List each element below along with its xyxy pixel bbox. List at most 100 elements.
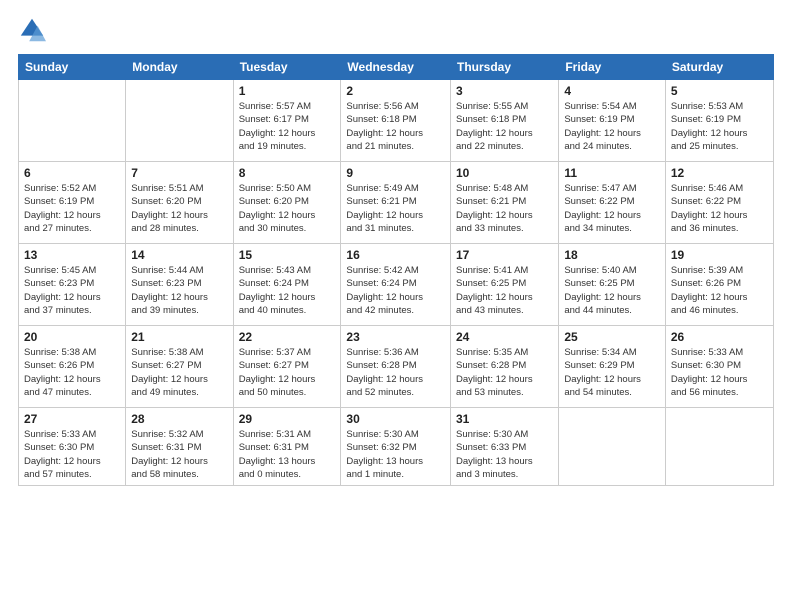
day-info: Sunrise: 5:44 AM Sunset: 6:23 PM Dayligh… bbox=[131, 264, 227, 317]
calendar-week-1: 1 Sunrise: 5:57 AM Sunset: 6:17 PM Daylig… bbox=[19, 80, 774, 162]
day-info: Sunrise: 5:38 AM Sunset: 6:26 PM Dayligh… bbox=[24, 346, 120, 399]
day-number: 11 bbox=[564, 166, 660, 180]
day-info: Sunrise: 5:37 AM Sunset: 6:27 PM Dayligh… bbox=[239, 346, 336, 399]
day-number: 25 bbox=[564, 330, 660, 344]
day-number: 7 bbox=[131, 166, 227, 180]
calendar-cell: 11Sunrise: 5:47 AM Sunset: 6:22 PM Dayli… bbox=[559, 162, 666, 244]
weekday-header-thursday: Thursday bbox=[451, 55, 559, 80]
page: SundayMondayTuesdayWednesdayThursdayFrid… bbox=[0, 0, 792, 612]
day-info: Sunrise: 5:34 AM Sunset: 6:29 PM Dayligh… bbox=[564, 346, 660, 399]
day-number: 4 bbox=[564, 84, 660, 98]
calendar-cell: 12 Sunrise: 5:46 AM Sunset: 6:22 PM Dayli… bbox=[665, 162, 773, 244]
calendar-cell: 26 Sunrise: 5:33 AM Sunset: 6:30 PM Dayli… bbox=[665, 326, 773, 408]
calendar-cell bbox=[665, 408, 773, 486]
day-info: Sunrise: 5:38 AM Sunset: 6:27 PM Dayligh… bbox=[131, 346, 227, 399]
calendar-week-5: 27Sunrise: 5:33 AM Sunset: 6:30 PM Dayli… bbox=[19, 408, 774, 486]
day-info: Sunrise: 5:41 AM Sunset: 6:25 PM Dayligh… bbox=[456, 264, 553, 317]
calendar-cell: 29 Sunrise: 5:31 AM Sunset: 6:31 PM Dayli… bbox=[233, 408, 341, 486]
calendar-cell: 10Sunrise: 5:48 AM Sunset: 6:21 PM Dayli… bbox=[451, 162, 559, 244]
calendar-cell: 21 Sunrise: 5:38 AM Sunset: 6:27 PM Dayli… bbox=[126, 326, 233, 408]
weekday-header-saturday: Saturday bbox=[665, 55, 773, 80]
calendar-cell: 31 Sunrise: 5:30 AM Sunset: 6:33 PM Dayli… bbox=[451, 408, 559, 486]
day-info: Sunrise: 5:33 AM Sunset: 6:30 PM Dayligh… bbox=[671, 346, 768, 399]
weekday-header-monday: Monday bbox=[126, 55, 233, 80]
calendar-cell bbox=[126, 80, 233, 162]
calendar-cell: 28Sunrise: 5:32 AM Sunset: 6:31 PM Dayli… bbox=[126, 408, 233, 486]
day-number: 16 bbox=[346, 248, 445, 262]
calendar-cell: 20 Sunrise: 5:38 AM Sunset: 6:26 PM Dayli… bbox=[19, 326, 126, 408]
day-number: 13 bbox=[24, 248, 120, 262]
day-info: Sunrise: 5:54 AM Sunset: 6:19 PM Dayligh… bbox=[564, 100, 660, 153]
calendar: SundayMondayTuesdayWednesdayThursdayFrid… bbox=[18, 54, 774, 486]
day-info: Sunrise: 5:57 AM Sunset: 6:17 PM Dayligh… bbox=[239, 100, 336, 153]
day-info: Sunrise: 5:36 AM Sunset: 6:28 PM Dayligh… bbox=[346, 346, 445, 399]
day-info: Sunrise: 5:49 AM Sunset: 6:21 PM Dayligh… bbox=[346, 182, 445, 235]
day-number: 1 bbox=[239, 84, 336, 98]
day-number: 22 bbox=[239, 330, 336, 344]
calendar-cell: 1 Sunrise: 5:57 AM Sunset: 6:17 PM Daylig… bbox=[233, 80, 341, 162]
day-info: Sunrise: 5:52 AM Sunset: 6:19 PM Dayligh… bbox=[24, 182, 120, 235]
day-number: 23 bbox=[346, 330, 445, 344]
calendar-cell: 24 Sunrise: 5:35 AM Sunset: 6:28 PM Dayli… bbox=[451, 326, 559, 408]
day-number: 31 bbox=[456, 412, 553, 426]
calendar-week-2: 6 Sunrise: 5:52 AM Sunset: 6:19 PM Daylig… bbox=[19, 162, 774, 244]
calendar-week-3: 13 Sunrise: 5:45 AM Sunset: 6:23 PM Dayli… bbox=[19, 244, 774, 326]
logo-icon bbox=[18, 16, 46, 44]
calendar-cell: 19Sunrise: 5:39 AM Sunset: 6:26 PM Dayli… bbox=[665, 244, 773, 326]
day-number: 21 bbox=[131, 330, 227, 344]
day-info: Sunrise: 5:50 AM Sunset: 6:20 PM Dayligh… bbox=[239, 182, 336, 235]
calendar-cell: 13 Sunrise: 5:45 AM Sunset: 6:23 PM Dayli… bbox=[19, 244, 126, 326]
day-number: 14 bbox=[131, 248, 227, 262]
calendar-cell: 3 Sunrise: 5:55 AM Sunset: 6:18 PM Daylig… bbox=[451, 80, 559, 162]
day-number: 24 bbox=[456, 330, 553, 344]
day-info: Sunrise: 5:39 AM Sunset: 6:26 PM Dayligh… bbox=[671, 264, 768, 317]
calendar-cell: 9 Sunrise: 5:49 AM Sunset: 6:21 PM Daylig… bbox=[341, 162, 451, 244]
weekday-header-wednesday: Wednesday bbox=[341, 55, 451, 80]
day-info: Sunrise: 5:56 AM Sunset: 6:18 PM Dayligh… bbox=[346, 100, 445, 153]
day-info: Sunrise: 5:40 AM Sunset: 6:25 PM Dayligh… bbox=[564, 264, 660, 317]
day-number: 9 bbox=[346, 166, 445, 180]
calendar-cell: 25 Sunrise: 5:34 AM Sunset: 6:29 PM Dayli… bbox=[559, 326, 666, 408]
calendar-cell: 18 Sunrise: 5:40 AM Sunset: 6:25 PM Dayli… bbox=[559, 244, 666, 326]
calendar-week-4: 20 Sunrise: 5:38 AM Sunset: 6:26 PM Dayli… bbox=[19, 326, 774, 408]
day-number: 12 bbox=[671, 166, 768, 180]
weekday-header-friday: Friday bbox=[559, 55, 666, 80]
day-number: 20 bbox=[24, 330, 120, 344]
day-info: Sunrise: 5:45 AM Sunset: 6:23 PM Dayligh… bbox=[24, 264, 120, 317]
day-number: 2 bbox=[346, 84, 445, 98]
day-info: Sunrise: 5:42 AM Sunset: 6:24 PM Dayligh… bbox=[346, 264, 445, 317]
day-number: 15 bbox=[239, 248, 336, 262]
day-info: Sunrise: 5:30 AM Sunset: 6:32 PM Dayligh… bbox=[346, 428, 445, 481]
calendar-cell: 15 Sunrise: 5:43 AM Sunset: 6:24 PM Dayli… bbox=[233, 244, 341, 326]
day-number: 17 bbox=[456, 248, 553, 262]
calendar-cell: 16 Sunrise: 5:42 AM Sunset: 6:24 PM Dayli… bbox=[341, 244, 451, 326]
calendar-cell bbox=[559, 408, 666, 486]
day-info: Sunrise: 5:55 AM Sunset: 6:18 PM Dayligh… bbox=[456, 100, 553, 153]
weekday-header-sunday: Sunday bbox=[19, 55, 126, 80]
calendar-cell: 27Sunrise: 5:33 AM Sunset: 6:30 PM Dayli… bbox=[19, 408, 126, 486]
day-number: 3 bbox=[456, 84, 553, 98]
logo bbox=[18, 16, 50, 44]
day-number: 5 bbox=[671, 84, 768, 98]
calendar-cell: 2 Sunrise: 5:56 AM Sunset: 6:18 PM Daylig… bbox=[341, 80, 451, 162]
day-number: 10 bbox=[456, 166, 553, 180]
day-info: Sunrise: 5:33 AM Sunset: 6:30 PM Dayligh… bbox=[24, 428, 120, 481]
day-number: 8 bbox=[239, 166, 336, 180]
day-number: 28 bbox=[131, 412, 227, 426]
day-number: 30 bbox=[346, 412, 445, 426]
day-number: 18 bbox=[564, 248, 660, 262]
day-info: Sunrise: 5:51 AM Sunset: 6:20 PM Dayligh… bbox=[131, 182, 227, 235]
day-info: Sunrise: 5:43 AM Sunset: 6:24 PM Dayligh… bbox=[239, 264, 336, 317]
day-info: Sunrise: 5:35 AM Sunset: 6:28 PM Dayligh… bbox=[456, 346, 553, 399]
calendar-header-row: SundayMondayTuesdayWednesdayThursdayFrid… bbox=[19, 55, 774, 80]
day-info: Sunrise: 5:46 AM Sunset: 6:22 PM Dayligh… bbox=[671, 182, 768, 235]
day-info: Sunrise: 5:30 AM Sunset: 6:33 PM Dayligh… bbox=[456, 428, 553, 481]
day-number: 26 bbox=[671, 330, 768, 344]
calendar-cell bbox=[19, 80, 126, 162]
day-number: 29 bbox=[239, 412, 336, 426]
day-info: Sunrise: 5:53 AM Sunset: 6:19 PM Dayligh… bbox=[671, 100, 768, 153]
day-number: 6 bbox=[24, 166, 120, 180]
calendar-cell: 22 Sunrise: 5:37 AM Sunset: 6:27 PM Dayli… bbox=[233, 326, 341, 408]
calendar-cell: 8 Sunrise: 5:50 AM Sunset: 6:20 PM Daylig… bbox=[233, 162, 341, 244]
day-info: Sunrise: 5:31 AM Sunset: 6:31 PM Dayligh… bbox=[239, 428, 336, 481]
